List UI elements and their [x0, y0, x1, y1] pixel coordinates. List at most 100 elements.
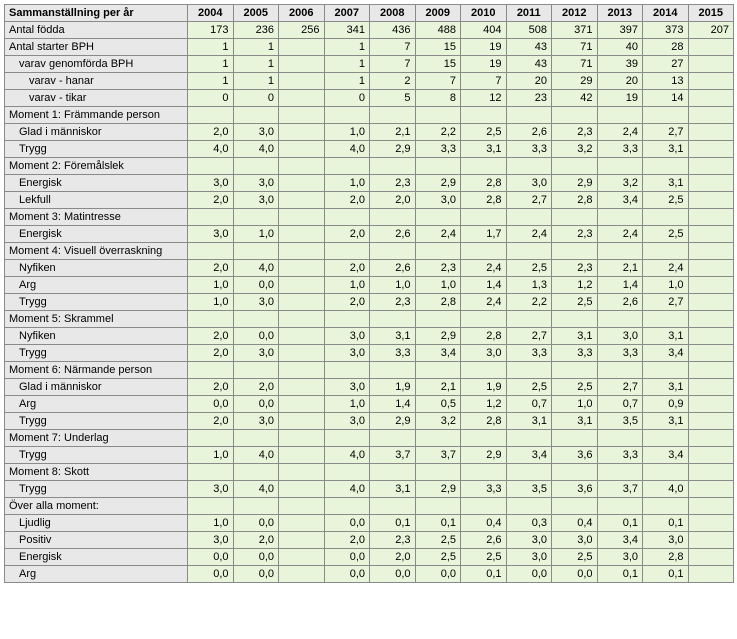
table-row: Trygg2,03,03,03,33,43,03,33,33,33,4 — [5, 345, 734, 362]
cell-value: 3,5 — [506, 481, 552, 498]
cell-empty — [643, 209, 689, 226]
cell-empty — [552, 464, 598, 481]
cell-value: 23 — [506, 90, 552, 107]
cell-value: 12 — [461, 90, 507, 107]
cell-empty — [643, 464, 689, 481]
cell-value: 3,1 — [643, 175, 689, 192]
cell-value: 15 — [415, 56, 461, 73]
cell-value: 2,5 — [461, 124, 507, 141]
cell-empty — [688, 141, 734, 158]
cell-empty — [643, 158, 689, 175]
cell-value: 29 — [552, 73, 598, 90]
row-label: Nyfiken — [5, 260, 188, 277]
cell-value: 2,5 — [506, 260, 552, 277]
cell-empty — [188, 107, 234, 124]
cell-value: 2,8 — [461, 192, 507, 209]
cell-value: 2,8 — [461, 175, 507, 192]
cell-value: 2,0 — [324, 532, 370, 549]
cell-value: 0,0 — [188, 396, 234, 413]
cell-value: 2,2 — [506, 294, 552, 311]
cell-empty — [188, 362, 234, 379]
cell-value: 3,0 — [324, 345, 370, 362]
cell-value: 0,0 — [188, 566, 234, 583]
cell-value: 173 — [188, 22, 234, 39]
cell-value: 2,9 — [370, 141, 416, 158]
cell-empty — [279, 328, 325, 345]
cell-empty — [688, 260, 734, 277]
table-row: Trygg2,03,03,02,93,22,83,13,13,53,1 — [5, 413, 734, 430]
cell-empty — [370, 430, 416, 447]
cell-value: 0,1 — [643, 566, 689, 583]
cell-value: 2,8 — [643, 549, 689, 566]
cell-empty — [188, 464, 234, 481]
cell-empty — [370, 107, 416, 124]
table-row: Trygg4,04,04,02,93,33,13,33,23,33,1 — [5, 141, 734, 158]
cell-value: 1,0 — [188, 294, 234, 311]
cell-empty — [415, 158, 461, 175]
cell-value: 2,4 — [597, 226, 643, 243]
table-row: Moment 8: Skott — [5, 464, 734, 481]
cell-value: 3,3 — [506, 345, 552, 362]
cell-value: 71 — [552, 56, 598, 73]
cell-value: 3,1 — [643, 141, 689, 158]
row-label: varav - hanar — [5, 73, 188, 90]
cell-value: 3,1 — [643, 379, 689, 396]
table-row: Trygg1,04,04,03,73,72,93,43,63,33,4 — [5, 447, 734, 464]
cell-empty — [597, 107, 643, 124]
cell-empty — [279, 192, 325, 209]
cell-empty — [597, 311, 643, 328]
cell-empty — [688, 345, 734, 362]
cell-value: 1 — [188, 39, 234, 56]
cell-value: 4,0 — [233, 481, 279, 498]
cell-value: 3,0 — [233, 192, 279, 209]
cell-value: 3,0 — [324, 413, 370, 430]
cell-value: 0,0 — [233, 515, 279, 532]
cell-empty — [188, 209, 234, 226]
cell-value: 0,9 — [643, 396, 689, 413]
cell-value: 4,0 — [188, 141, 234, 158]
cell-value: 0,3 — [506, 515, 552, 532]
cell-empty — [461, 243, 507, 260]
cell-value: 0,0 — [188, 549, 234, 566]
cell-empty — [506, 209, 552, 226]
cell-empty — [552, 158, 598, 175]
cell-value: 4,0 — [324, 447, 370, 464]
row-label: Arg — [5, 566, 188, 583]
cell-value: 2,7 — [643, 294, 689, 311]
cell-value: 4,0 — [233, 141, 279, 158]
cell-value: 1,3 — [506, 277, 552, 294]
cell-empty — [279, 226, 325, 243]
cell-value: 1,0 — [188, 277, 234, 294]
header-year: 2012 — [552, 5, 598, 22]
cell-empty — [506, 107, 552, 124]
cell-value: 3,4 — [597, 532, 643, 549]
table-row: Trygg3,04,04,03,12,93,33,53,63,74,0 — [5, 481, 734, 498]
cell-empty — [688, 294, 734, 311]
cell-empty — [552, 243, 598, 260]
table-header: Sammanställning per år200420052006200720… — [5, 5, 734, 22]
cell-value: 19 — [461, 56, 507, 73]
cell-value: 1 — [188, 56, 234, 73]
cell-empty — [188, 311, 234, 328]
summary-table: Sammanställning per år200420052006200720… — [4, 4, 734, 583]
cell-value: 0,1 — [461, 566, 507, 583]
header-year: 2007 — [324, 5, 370, 22]
cell-empty — [461, 311, 507, 328]
cell-value: 2,4 — [506, 226, 552, 243]
cell-value: 3,3 — [552, 345, 598, 362]
cell-empty — [643, 243, 689, 260]
cell-value: 404 — [461, 22, 507, 39]
cell-value: 236 — [233, 22, 279, 39]
cell-empty — [279, 294, 325, 311]
cell-empty — [279, 430, 325, 447]
cell-empty — [552, 107, 598, 124]
cell-value: 2,5 — [552, 379, 598, 396]
cell-value: 4,0 — [233, 447, 279, 464]
cell-value: 3,4 — [597, 192, 643, 209]
cell-value: 27 — [643, 56, 689, 73]
cell-value: 2,8 — [461, 328, 507, 345]
cell-value: 0,5 — [415, 396, 461, 413]
cell-empty — [324, 209, 370, 226]
cell-value: 0,7 — [597, 396, 643, 413]
cell-value: 4,0 — [324, 141, 370, 158]
